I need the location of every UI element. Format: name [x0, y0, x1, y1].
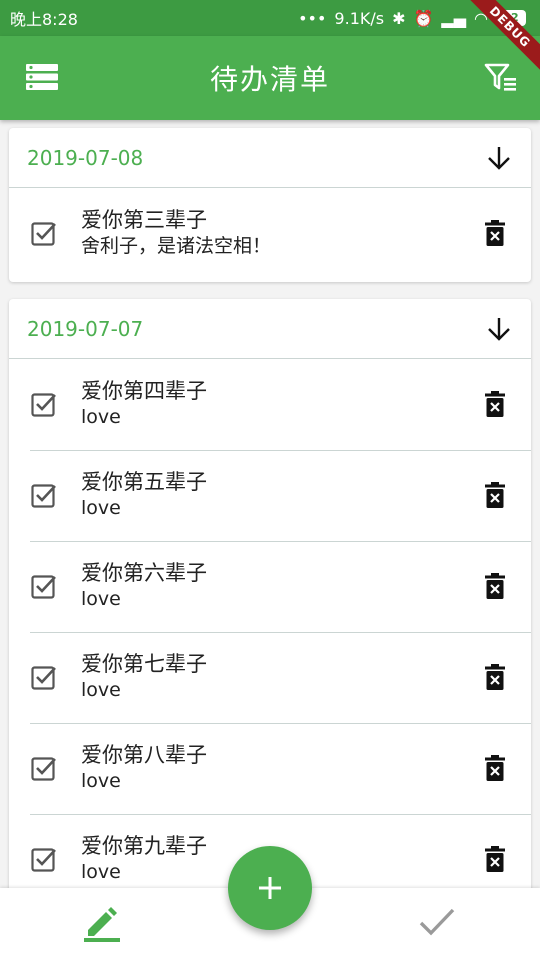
checkbox-checked-icon[interactable]	[31, 573, 57, 599]
arrow-down-icon[interactable]	[485, 315, 513, 343]
delete-icon[interactable]	[485, 846, 505, 872]
date-group-card: 2019-07-07 爱你第四辈子 love 爱你第五辈子 love 爱你第六辈…	[9, 299, 531, 888]
date-group-header[interactable]: 2019-07-07	[9, 299, 531, 359]
todo-text: 爱你第三辈子 舍利子，是诸法空相！	[81, 206, 271, 258]
todo-text: 爱你第五辈子 love	[81, 468, 207, 520]
todo-description: love	[81, 406, 121, 428]
todo-title: 爱你第九辈子	[81, 834, 207, 858]
more-dots-icon: •••	[298, 8, 327, 28]
signal-icon: ▂▄	[441, 8, 467, 28]
checkbox-checked-icon[interactable]	[31, 846, 57, 872]
todo-description: love	[81, 588, 121, 610]
todo-description: 舍利子，是诸法空相！	[81, 235, 272, 257]
delete-icon[interactable]	[485, 664, 505, 690]
todo-item[interactable]: 爱你第六辈子 love	[9, 541, 531, 632]
todo-title: 爱你第五辈子	[81, 470, 207, 494]
date-group-header[interactable]: 2019-07-08	[9, 128, 531, 188]
checkbox-checked-icon[interactable]	[31, 664, 57, 690]
page-title: 待办清单	[209, 63, 330, 96]
checkbox-checked-icon[interactable]	[31, 755, 57, 781]
checkbox-checked-icon[interactable]	[31, 391, 57, 417]
pencil-icon[interactable]	[84, 904, 120, 942]
todo-title: 爱你第七辈子	[81, 652, 207, 676]
delete-icon[interactable]	[485, 482, 505, 508]
todo-description: love	[81, 770, 121, 792]
todo-item[interactable]: 爱你第八辈子 love	[9, 723, 531, 814]
todo-text: 爱你第七辈子 love	[81, 650, 207, 702]
todo-text: 爱你第六辈子 love	[81, 559, 207, 611]
todo-description: love	[81, 861, 121, 883]
group-date: 2019-07-07	[27, 316, 144, 341]
todo-title: 爱你第三辈子	[81, 208, 207, 232]
status-time: 晚上8:28	[10, 10, 78, 29]
bluetooth-icon: ✱	[392, 8, 406, 28]
todo-item[interactable]: 爱你第七辈子 love	[9, 632, 531, 723]
todo-description: love	[81, 679, 121, 701]
todo-text: 爱你第四辈子 love	[81, 377, 207, 429]
todo-title: 爱你第四辈子	[81, 379, 207, 403]
menu-icon[interactable]	[26, 64, 58, 90]
checkbox-checked-icon[interactable]	[31, 482, 57, 508]
network-speed: 9.1K/s	[334, 8, 385, 28]
plus-icon	[259, 877, 281, 899]
delete-icon[interactable]	[485, 391, 505, 417]
delete-icon[interactable]	[485, 755, 505, 781]
filter-list-icon[interactable]	[484, 62, 518, 92]
checkbox-checked-icon[interactable]	[31, 220, 57, 246]
todo-item[interactable]: 爱你第四辈子 love	[9, 359, 531, 450]
group-date: 2019-07-08	[27, 145, 144, 170]
todo-item[interactable]: 爱你第五辈子 love	[9, 450, 531, 541]
todo-title: 爱你第八辈子	[81, 743, 207, 767]
todo-text: 爱你第九辈子 love	[81, 832, 207, 884]
status-bar: 晚上8:28 ••• 9.1K/s ✱ ⏰ ▂▄ ◠ 92	[0, 0, 540, 36]
delete-icon[interactable]	[485, 220, 505, 246]
add-todo-button[interactable]	[228, 846, 312, 930]
todo-list[interactable]: 2019-07-08 爱你第三辈子 舍利子，是诸法空相！ 2019-07-07 …	[0, 120, 540, 888]
todo-title: 爱你第六辈子	[81, 561, 207, 585]
app-bar: 待办清单	[0, 36, 540, 120]
checkmark-icon[interactable]	[418, 906, 456, 938]
todo-text: 爱你第八辈子 love	[81, 741, 207, 793]
alarm-icon: ⏰	[413, 8, 434, 28]
todo-item[interactable]: 爱你第三辈子 舍利子，是诸法空相！	[9, 188, 531, 279]
arrow-down-icon[interactable]	[485, 144, 513, 172]
todo-description: love	[81, 497, 121, 519]
delete-icon[interactable]	[485, 573, 505, 599]
date-group-card: 2019-07-08 爱你第三辈子 舍利子，是诸法空相！	[9, 128, 531, 282]
